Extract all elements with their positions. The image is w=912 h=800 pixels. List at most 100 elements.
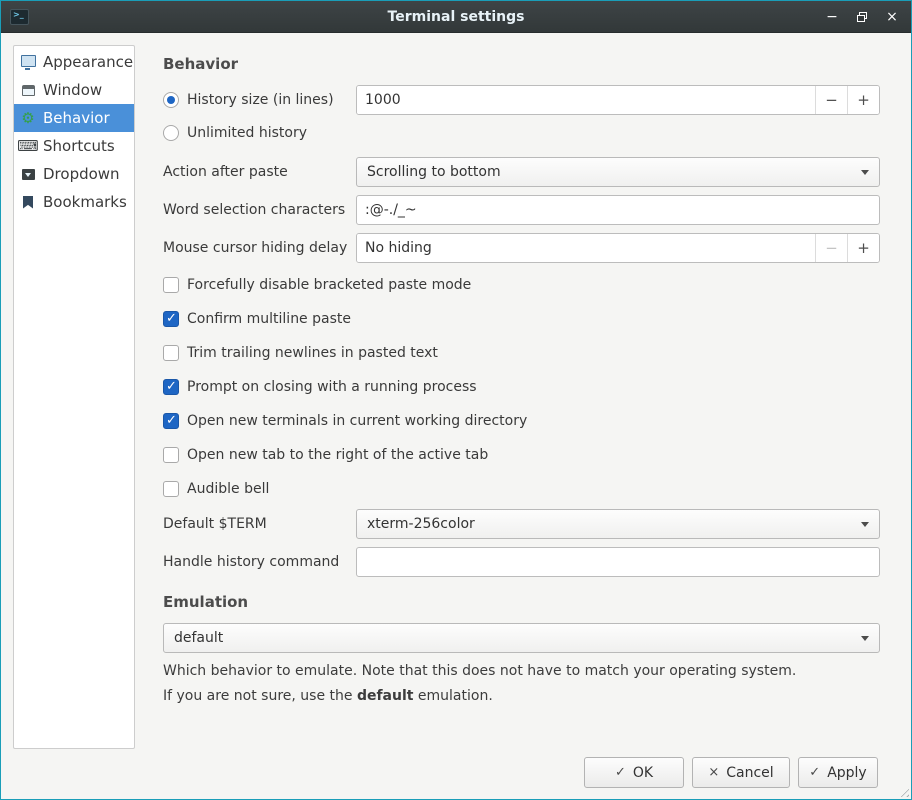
action-after-paste-select[interactable]: Scrolling to bottom <box>356 157 880 187</box>
checkbox-row: Confirm multiline paste <box>151 309 880 329</box>
window-title: Terminal settings <box>1 9 911 25</box>
checkbox-label[interactable]: Forcefully disable bracketed paste mode <box>187 277 471 293</box>
unlimited-history-row: Unlimited history <box>151 123 880 143</box>
chevron-down-icon <box>861 170 869 175</box>
checkbox-row: Forcefully disable bracketed paste mode <box>151 275 880 295</box>
action-after-paste-value: Scrolling to bottom <box>367 164 861 180</box>
history-size-decrement-button[interactable]: − <box>815 86 847 114</box>
appearance-icon <box>20 54 36 70</box>
chevron-down-icon <box>861 522 869 527</box>
maximize-button[interactable] <box>853 8 871 26</box>
sidebar-item-label: Shortcuts <box>43 137 115 155</box>
cancel-button[interactable]: × Cancel <box>692 757 790 788</box>
terminal-settings-window: Terminal settings − × Appearance Window … <box>0 0 912 800</box>
sidebar-item-label: Behavior <box>43 109 110 127</box>
sidebar-item-label: Window <box>43 81 102 99</box>
emulation-row: default <box>151 623 880 653</box>
history-size-spinbutton: − + <box>356 85 880 115</box>
handle-history-row: Handle history command <box>151 547 880 577</box>
gear-icon <box>20 110 36 126</box>
restore-icon <box>857 12 867 22</box>
sidebar-item-label: Appearance <box>43 53 133 71</box>
word-selection-row: Word selection characters <box>151 195 880 225</box>
terminal-app-icon <box>10 9 29 25</box>
behavior-section-title: Behavior <box>151 55 880 73</box>
dialog-buttons: ✓ OK × Cancel ✓ Apply <box>584 757 878 788</box>
sidebar-item-dropdown[interactable]: Dropdown <box>14 160 134 188</box>
checkbox-label[interactable]: Open new terminals in current working di… <box>187 413 527 429</box>
checkbox-label[interactable]: Confirm multiline paste <box>187 311 351 327</box>
emulation-default-bold: default <box>357 688 414 704</box>
unlimited-history-radio-group: Unlimited history <box>163 125 356 141</box>
sidebar-item-window[interactable]: Window <box>14 76 134 104</box>
default-term-value: xterm-256color <box>367 516 861 532</box>
default-term-label: Default $TERM <box>163 516 356 532</box>
checkbox-trim-trailing-newlines[interactable] <box>163 345 179 361</box>
history-size-radio-group: History size (in lines) <box>163 92 356 108</box>
window-icon <box>20 82 36 98</box>
emulation-help-line2: If you are not sure, use the default emu… <box>151 688 880 704</box>
dialog-body: Appearance Window Behavior Shortcuts Dro… <box>1 33 911 799</box>
cursor-hiding-label: Mouse cursor hiding delay <box>163 240 356 256</box>
checkbox-prompt-on-closing[interactable] <box>163 379 179 395</box>
history-size-increment-button[interactable]: + <box>847 86 879 114</box>
emulation-help-line1: Which behavior to emulate. Note that thi… <box>151 663 880 679</box>
resize-grip[interactable] <box>897 785 909 797</box>
checkbox-confirm-multiline-paste[interactable] <box>163 311 179 327</box>
action-after-paste-row: Action after paste Scrolling to bottom <box>151 157 880 187</box>
sidebar-item-behavior[interactable]: Behavior <box>14 104 134 132</box>
apply-button[interactable]: ✓ Apply <box>798 757 878 788</box>
handle-history-label: Handle history command <box>163 554 356 570</box>
cursor-hiding-increment-button[interactable]: + <box>847 234 879 262</box>
checkbox-label[interactable]: Open new tab to the right of the active … <box>187 447 488 463</box>
history-size-input[interactable] <box>357 86 815 114</box>
handle-history-input[interactable] <box>356 547 880 577</box>
unlimited-history-radio[interactable] <box>163 125 179 141</box>
checkbox-row: Prompt on closing with a running process <box>151 377 880 397</box>
close-button[interactable]: × <box>883 8 901 26</box>
sidebar-item-label: Dropdown <box>43 165 120 183</box>
checkbox-new-tab-right[interactable] <box>163 447 179 463</box>
ok-button[interactable]: ✓ OK <box>584 757 684 788</box>
check-icon: ✓ <box>809 765 820 780</box>
default-term-select[interactable]: xterm-256color <box>356 509 880 539</box>
action-after-paste-label: Action after paste <box>163 164 356 180</box>
sidebar-item-shortcuts[interactable]: Shortcuts <box>14 132 134 160</box>
emulation-select[interactable]: default <box>163 623 880 653</box>
checkbox-row: Audible bell <box>151 479 880 499</box>
cursor-hiding-spinbutton: − + <box>356 233 880 263</box>
checkbox-row: Open new tab to the right of the active … <box>151 445 880 465</box>
history-size-row: History size (in lines) − + <box>151 85 880 115</box>
word-selection-input[interactable] <box>356 195 880 225</box>
checkbox-label[interactable]: Prompt on closing with a running process <box>187 379 477 395</box>
default-term-row: Default $TERM xterm-256color <box>151 509 880 539</box>
window-controls: − × <box>823 8 901 26</box>
history-size-label[interactable]: History size (in lines) <box>187 92 334 108</box>
cursor-hiding-row: Mouse cursor hiding delay − + <box>151 233 880 263</box>
bookmark-icon <box>20 194 36 210</box>
cursor-hiding-input[interactable] <box>357 234 815 262</box>
cursor-hiding-decrement-button[interactable]: − <box>815 234 847 262</box>
emulation-section-title: Emulation <box>151 593 880 611</box>
behavior-settings-panel: Behavior History size (in lines) − + Unl… <box>151 33 880 704</box>
minimize-button[interactable]: − <box>823 8 841 26</box>
checkbox-label[interactable]: Trim trailing newlines in pasted text <box>187 345 438 361</box>
sidebar-item-appearance[interactable]: Appearance <box>14 48 134 76</box>
sidebar-item-label: Bookmarks <box>43 193 127 211</box>
chevron-down-icon <box>861 636 869 641</box>
close-icon: × <box>708 765 719 780</box>
unlimited-history-label[interactable]: Unlimited history <box>187 125 307 141</box>
settings-category-list: Appearance Window Behavior Shortcuts Dro… <box>13 45 135 749</box>
checkbox-open-in-cwd[interactable] <box>163 413 179 429</box>
titlebar: Terminal settings − × <box>1 1 911 33</box>
checkbox-label[interactable]: Audible bell <box>187 481 269 497</box>
history-size-radio[interactable] <box>163 92 179 108</box>
checkbox-bracketed-paste[interactable] <box>163 277 179 293</box>
sidebar-item-bookmarks[interactable]: Bookmarks <box>14 188 134 216</box>
checkbox-audible-bell[interactable] <box>163 481 179 497</box>
dropdown-terminal-icon <box>20 166 36 182</box>
emulation-value: default <box>174 630 861 646</box>
check-icon: ✓ <box>615 765 626 780</box>
keyboard-icon <box>20 138 36 154</box>
checkbox-row: Trim trailing newlines in pasted text <box>151 343 880 363</box>
